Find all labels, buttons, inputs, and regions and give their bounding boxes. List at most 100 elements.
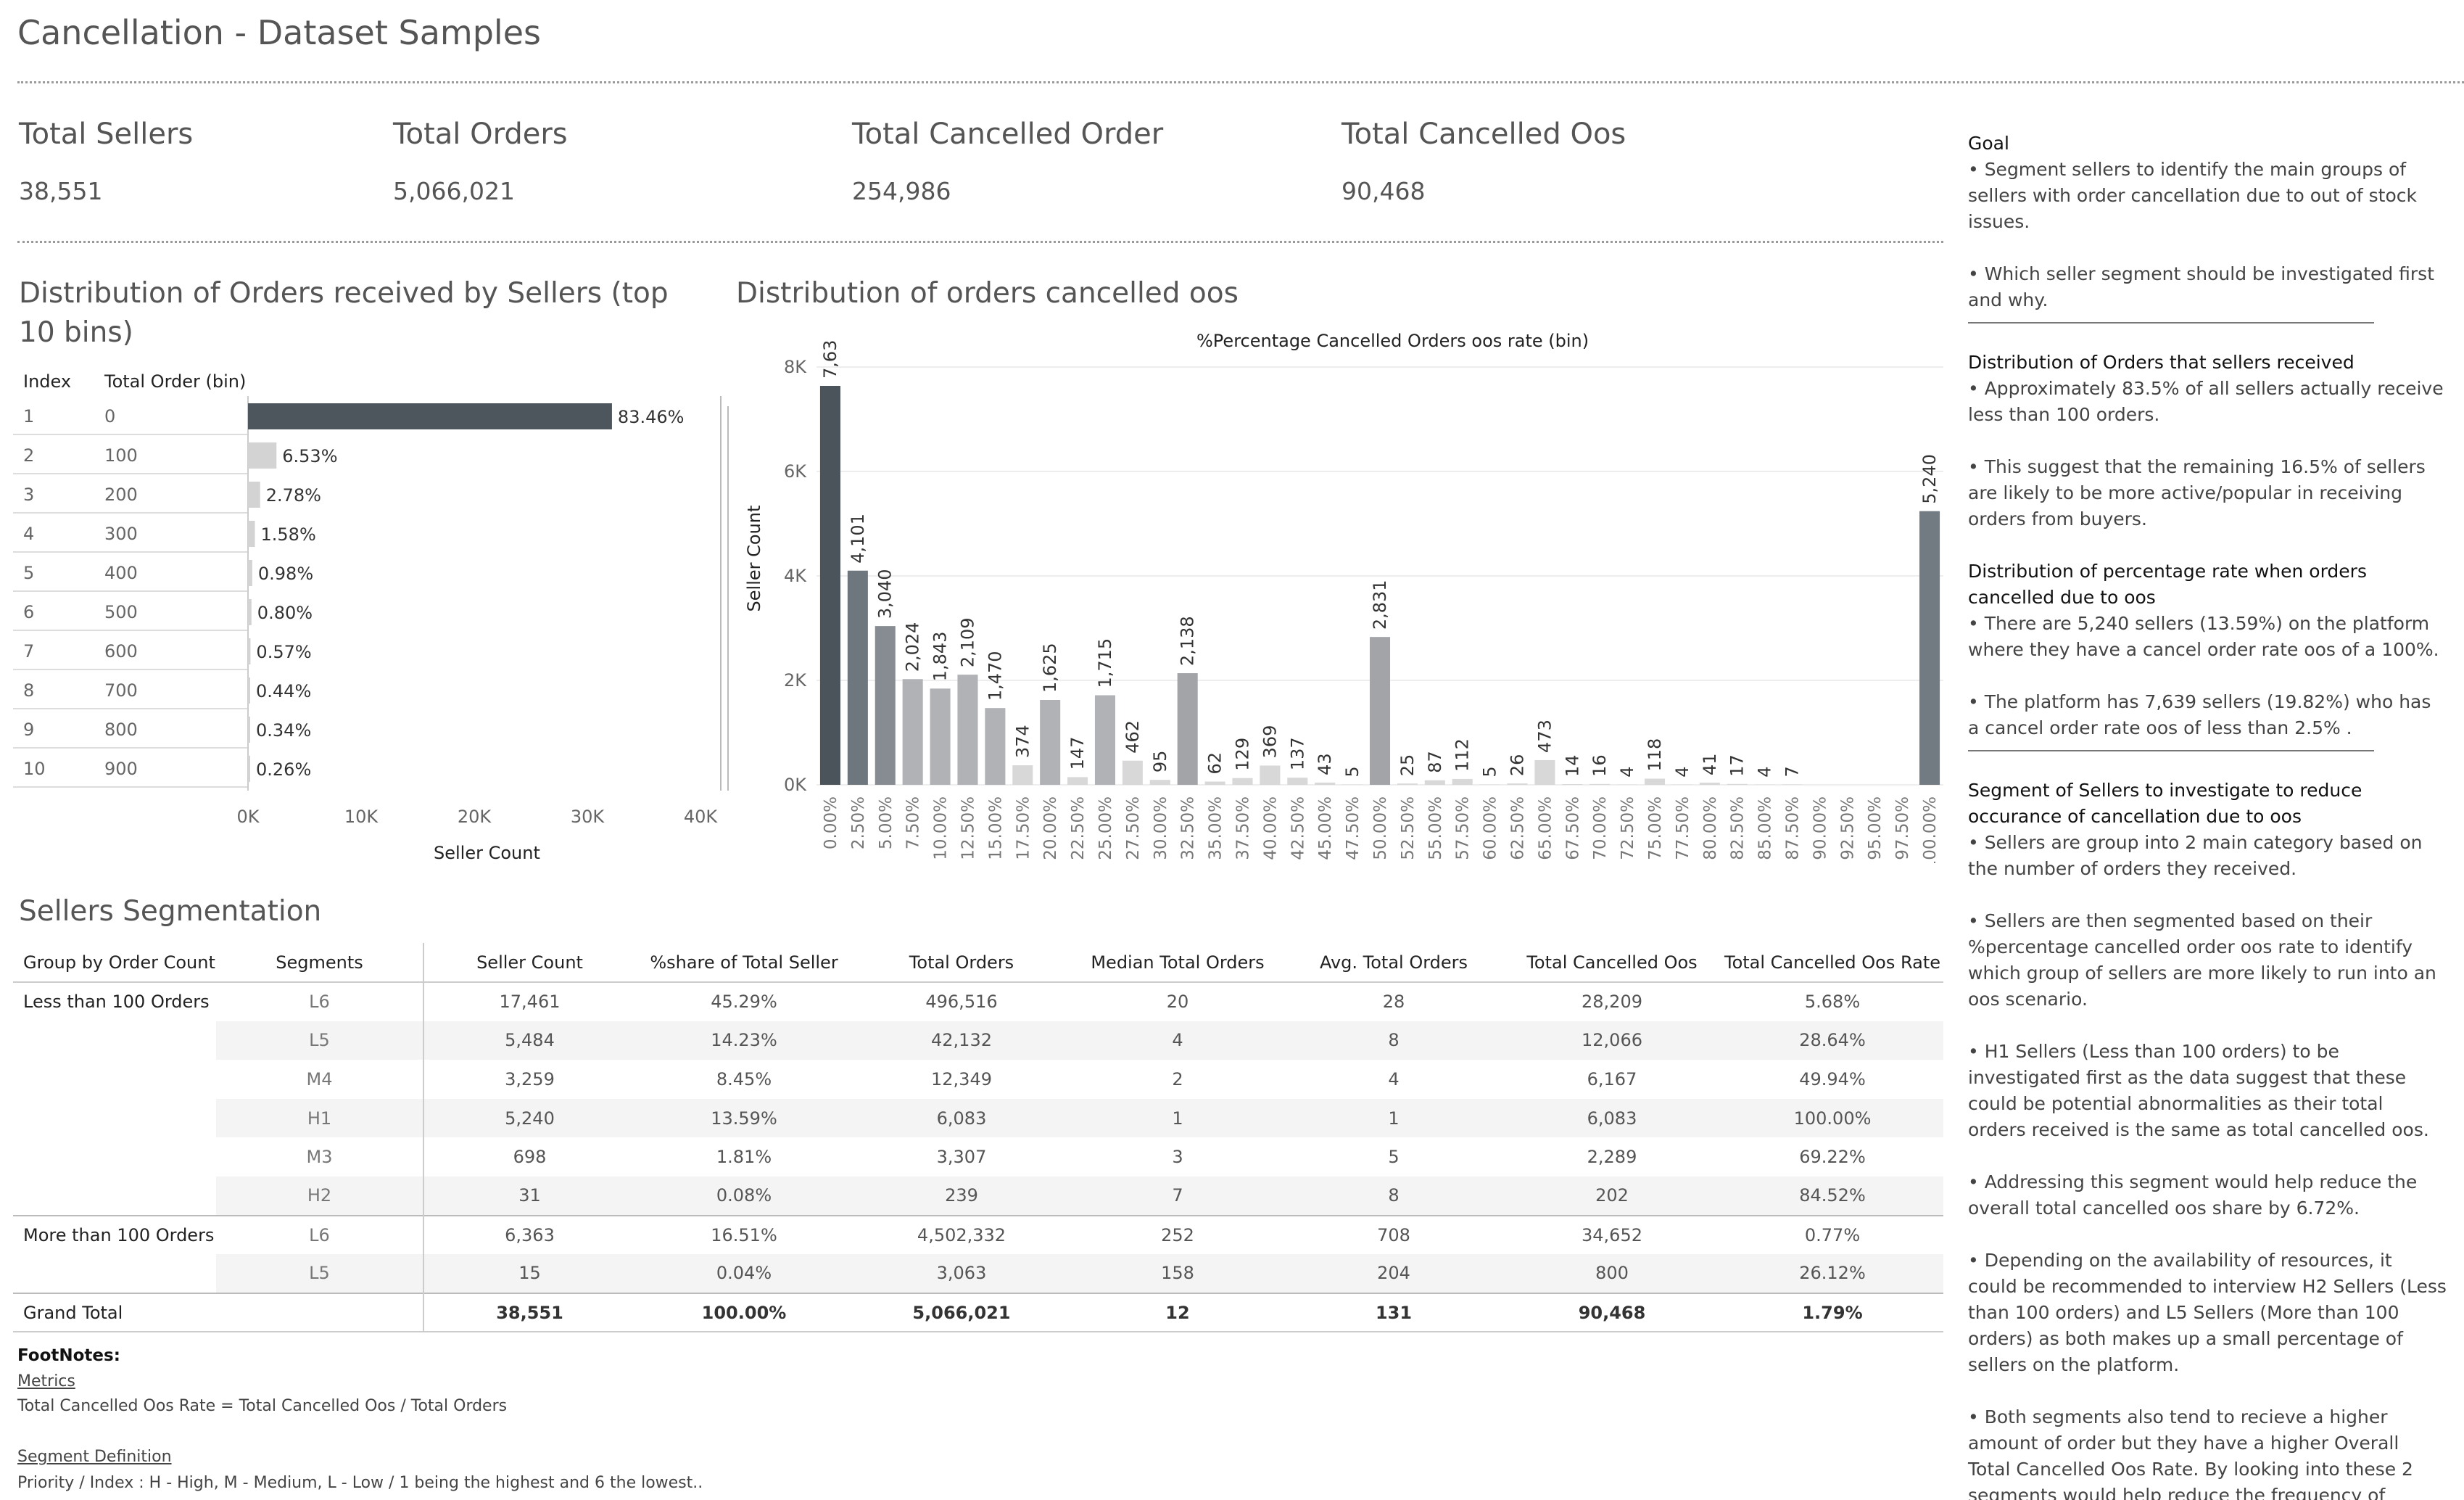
table-row: Less than 100 Orders L6 17,461 45.29% 49… bbox=[13, 982, 1943, 1021]
cell: 4 bbox=[1388, 1068, 1400, 1089]
cell: 800 bbox=[1502, 1254, 1721, 1293]
data-label: 147 bbox=[1067, 737, 1088, 770]
cell: 12,349 bbox=[931, 1068, 992, 1089]
data-label: 0.98% bbox=[258, 564, 313, 584]
cell: 252 bbox=[1070, 1214, 1285, 1255]
data-label: 2,024 bbox=[903, 622, 923, 672]
bar bbox=[1067, 777, 1088, 785]
x-tick-label: 92.50% bbox=[1838, 796, 1857, 860]
cell: 3,063 bbox=[853, 1254, 1070, 1293]
data-label: 7,639 bbox=[820, 341, 840, 379]
bar bbox=[1699, 783, 1720, 785]
y-tick-label: 0K bbox=[784, 775, 807, 795]
grand-total-row: Grand Total 38,551 100.00% 5,066,021 12 … bbox=[13, 1292, 1943, 1333]
cell: 131 bbox=[1285, 1292, 1502, 1333]
cell bbox=[216, 1292, 424, 1333]
data-label: 25 bbox=[1397, 754, 1418, 777]
data-label: 369 bbox=[1260, 725, 1280, 759]
cell: 20 bbox=[1166, 992, 1189, 1013]
x-tick-label: 20.00% bbox=[1041, 796, 1060, 860]
cell: 2 bbox=[1172, 1068, 1183, 1089]
cell: 38,551 bbox=[423, 1292, 635, 1333]
notes-seg-2: • Sellers are then segmented based on th… bbox=[1968, 910, 2436, 1010]
cell: 90,468 bbox=[1502, 1292, 1721, 1333]
x-tick-label: 95.00% bbox=[1866, 796, 1885, 860]
cell: 100.00% bbox=[1721, 1098, 1943, 1138]
cell: 2,289 bbox=[1587, 1147, 1637, 1168]
cell: 5.68% bbox=[1804, 992, 1861, 1013]
x-tick-label: 65.00% bbox=[1536, 796, 1555, 860]
cell: 0.77% bbox=[1721, 1214, 1943, 1255]
col-cancelled-oos: Total Cancelled Oos bbox=[1502, 943, 1721, 983]
bar bbox=[1232, 778, 1253, 785]
col-segments: Segments bbox=[216, 943, 424, 983]
footnotes-segment-label: Segment Definition bbox=[17, 1448, 172, 1466]
x-tick-label: 75.00% bbox=[1646, 796, 1665, 860]
table-row: More than 100 Orders L6 6,363 16.51% 4,5… bbox=[13, 1214, 1943, 1293]
notes-rate-1: • There are 5,240 sellers (13.59%) on th… bbox=[1968, 613, 2439, 660]
x-tick-label: 37.50% bbox=[1233, 796, 1252, 860]
segment-cell: M4 bbox=[216, 1060, 424, 1099]
cell: 8 bbox=[1285, 1021, 1502, 1060]
cell: 1 bbox=[1070, 1098, 1285, 1138]
data-label: 5 bbox=[1342, 766, 1363, 777]
table-row: L5 5,484 14.23% 42,132 4 8 12,066 28.64% bbox=[13, 1021, 1943, 1060]
notes-goal-1: • Segment sellers to identify the main g… bbox=[1968, 159, 2417, 232]
cell: 496,516 bbox=[925, 992, 998, 1013]
x-tick-label: 10.00% bbox=[932, 796, 951, 860]
bar bbox=[248, 638, 251, 664]
x-tick-label: 10K bbox=[344, 807, 379, 827]
data-label: 0.80% bbox=[257, 603, 313, 623]
y-tick-label: 8K bbox=[784, 357, 807, 377]
kpi-total-cancelled-oos-label: Total Cancelled Oos bbox=[1341, 118, 1626, 151]
cell: 3 bbox=[1172, 1147, 1183, 1168]
notes-rate-title: Distribution of percentage rate when ord… bbox=[1968, 561, 2367, 608]
data-label: 16 bbox=[1589, 754, 1610, 777]
cell: 8.45% bbox=[716, 1068, 772, 1089]
data-label: 1,843 bbox=[930, 632, 951, 682]
data-label: 4 bbox=[1755, 766, 1775, 777]
bar bbox=[1589, 783, 1611, 785]
data-label: 4 bbox=[1672, 766, 1692, 777]
footnotes-segment-text: Priority / Index : H - High, M - Medium,… bbox=[17, 1474, 703, 1492]
cell: 3,259 bbox=[505, 1068, 555, 1089]
orders-x-axis-label: Seller Count bbox=[434, 843, 540, 863]
bar bbox=[1397, 783, 1418, 785]
cell: 6,083 bbox=[853, 1098, 1070, 1138]
bar bbox=[847, 570, 868, 785]
notes-seg-title: Segment of Sellers to investigate to red… bbox=[1968, 780, 2362, 827]
x-tick-label: 7.50% bbox=[904, 796, 923, 849]
kpi-total-cancelled-order-value: 254,986 bbox=[852, 177, 951, 205]
table-row: L5 15 0.04% 3,063 158 204 800 26.12% bbox=[13, 1254, 1943, 1293]
bar bbox=[930, 688, 951, 785]
data-label: 0.57% bbox=[256, 642, 311, 662]
data-label: 129 bbox=[1232, 738, 1252, 771]
bar bbox=[248, 677, 250, 704]
segment-cell: M3 bbox=[216, 1137, 424, 1176]
data-label: 43 bbox=[1315, 753, 1335, 775]
cell: 698 bbox=[513, 1147, 547, 1168]
data-label: 5 bbox=[1480, 766, 1500, 777]
data-label: 6.53% bbox=[282, 446, 337, 466]
x-tick-label: 97.50% bbox=[1893, 796, 1912, 860]
x-tick-label: 5.00% bbox=[877, 796, 896, 849]
x-tick-label: 30K bbox=[571, 807, 605, 827]
table-row: M3 698 1.81% 3,307 3 5 2,289 69.22% bbox=[13, 1137, 1943, 1176]
data-label: 41 bbox=[1700, 754, 1720, 776]
data-label: 2,109 bbox=[957, 617, 977, 667]
segment-cell: L5 bbox=[216, 1254, 424, 1293]
footnotes-title: FootNotes: bbox=[17, 1346, 120, 1365]
cell: 5,240 bbox=[423, 1098, 635, 1138]
footnotes-metrics-text: Total Cancelled Oos Rate = Total Cancell… bbox=[17, 1397, 508, 1415]
data-label: 118 bbox=[1645, 738, 1665, 772]
bar bbox=[1012, 765, 1033, 785]
x-tick-label: 12.50% bbox=[959, 796, 977, 860]
bar bbox=[1369, 637, 1391, 785]
notes-seg-6: • Both segments also tend to recieve a h… bbox=[1968, 1406, 2413, 1500]
x-tick-label: 30.00% bbox=[1152, 796, 1170, 860]
data-label: 17 bbox=[1727, 754, 1748, 777]
data-label: 2,138 bbox=[1178, 616, 1198, 666]
segment-cell: H1 bbox=[216, 1098, 424, 1138]
cell: 13.59% bbox=[635, 1098, 853, 1138]
notes-goal-title: Goal bbox=[1968, 133, 2009, 154]
